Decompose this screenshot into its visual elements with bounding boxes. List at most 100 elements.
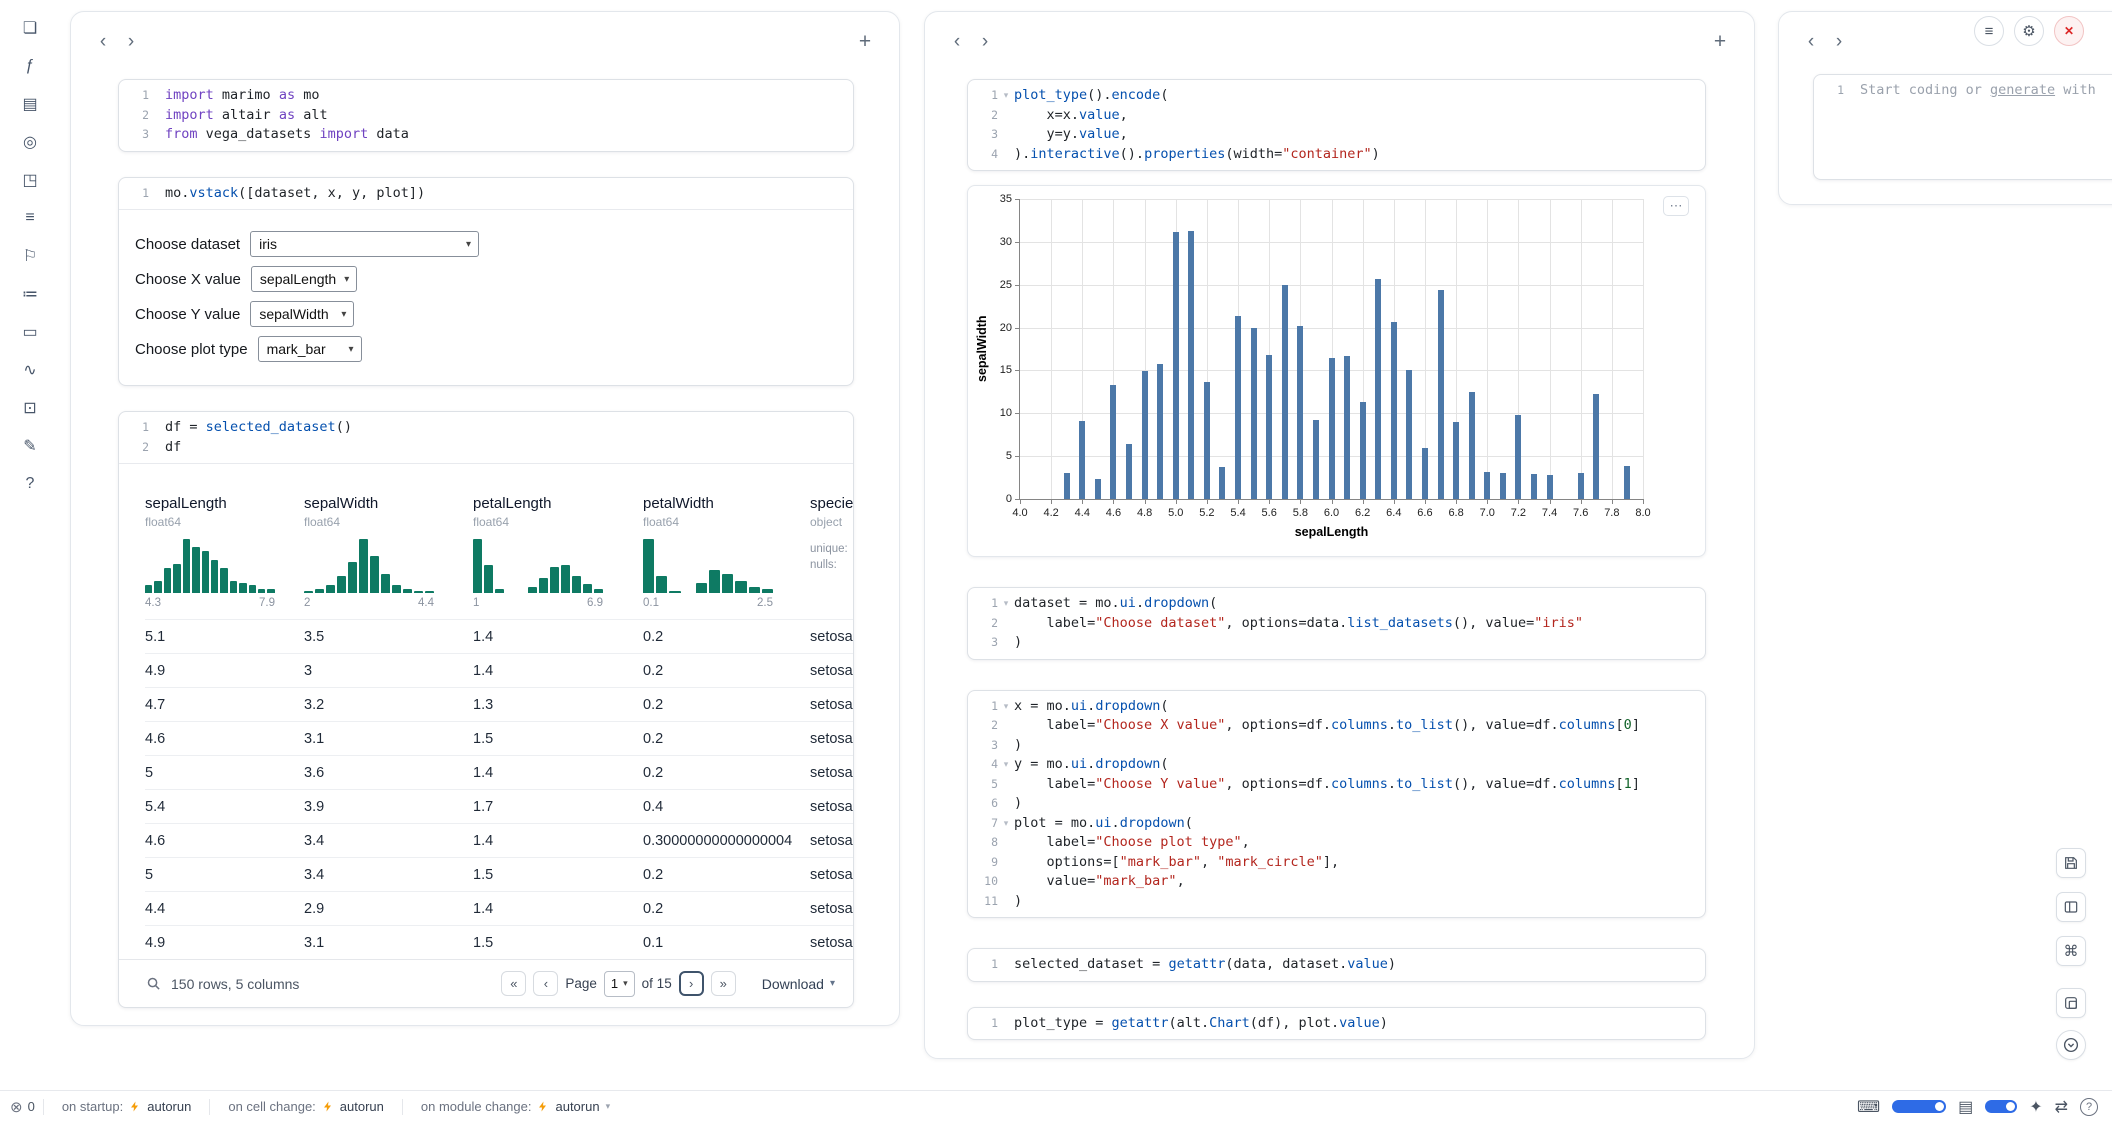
wide-toggle[interactable] xyxy=(1892,1100,1946,1113)
code-token: df = xyxy=(165,419,206,435)
code-editor[interactable]: 1df = selected_dataset()2df xyxy=(119,412,853,463)
fold-marker[interactable]: ▾ xyxy=(998,697,1014,717)
help-icon[interactable]: ? xyxy=(2080,1098,2098,1116)
code-editor[interactable]: 1selected_dataset = getattr(data, datase… xyxy=(968,949,1705,981)
menu-button[interactable]: ≡ xyxy=(1974,16,2004,46)
chart-menu-button[interactable]: ⋯ xyxy=(1663,196,1689,216)
code-editor[interactable]: 1plot_type = getattr(alt.Chart(df), plot… xyxy=(968,1008,1705,1040)
shortcuts-button[interactable]: ⌘ xyxy=(2056,936,2086,966)
help-icon[interactable]: ? xyxy=(18,472,42,496)
column-prev-button[interactable]: ‹ xyxy=(1797,27,1825,55)
last-page-button[interactable]: » xyxy=(711,971,736,996)
add-cell-button[interactable]: + xyxy=(851,27,879,55)
code-editor[interactable]: 1import marimo as mo2import altair as al… xyxy=(119,80,853,151)
column-prev-button[interactable]: ‹ xyxy=(89,27,117,55)
column-header[interactable]: petalLengthfloat6416.9 xyxy=(473,464,643,620)
code-token: (data, dataset. xyxy=(1225,956,1347,972)
table-cell: 3.4 xyxy=(304,824,473,858)
dependency-graph-icon[interactable]: ◎ xyxy=(18,130,42,154)
fold-marker[interactable]: ▾ xyxy=(998,86,1014,106)
app-frame-button[interactable] xyxy=(2056,988,2086,1018)
download-button[interactable]: Download ▾ xyxy=(762,976,835,992)
scroll-down-button[interactable] xyxy=(2056,1030,2086,1060)
chart-bar xyxy=(1313,420,1319,499)
error-indicator[interactable]: ⊗ 0 xyxy=(10,1098,35,1116)
histogram-bar xyxy=(425,591,434,593)
small-toggle[interactable] xyxy=(1985,1100,2017,1113)
code-line: 1 Start coding or generate with xyxy=(1820,81,2112,101)
column-header[interactable]: sepalLengthfloat644.37.9 xyxy=(145,464,304,620)
add-cell-button[interactable]: + xyxy=(1706,27,1734,55)
column-histogram xyxy=(473,539,603,593)
column-prev-button[interactable]: ‹ xyxy=(943,27,971,55)
tracing-icon[interactable]: ∿ xyxy=(18,358,42,382)
swap-icon[interactable]: ⇄ xyxy=(2055,1097,2068,1117)
line-number: 4 xyxy=(974,755,998,775)
on-module-change-chip[interactable]: on module change: autorun ▾ xyxy=(411,1099,620,1114)
dropdown-choose-plot-type[interactable]: mark_bar▾ xyxy=(258,336,362,362)
column-next-button[interactable]: › xyxy=(1825,27,1853,55)
code-text: y=y.value, xyxy=(1014,125,1128,145)
debug-icon[interactable]: ⚐ xyxy=(18,244,42,268)
code-editor[interactable]: 1▾plot_type().encode(2 x=x.value,3 y=y.v… xyxy=(968,80,1705,170)
cell-selected-dataset: 1selected_dataset = getattr(data, datase… xyxy=(967,948,1706,982)
code-token: ui xyxy=(1095,815,1111,831)
chart-bar xyxy=(1173,232,1179,499)
fold-marker[interactable]: ▾ xyxy=(998,594,1014,614)
code-editor[interactable]: 1▾dataset = mo.ui.dropdown(2 label="Choo… xyxy=(968,588,1705,659)
code-token: . xyxy=(1112,815,1120,831)
column-histogram xyxy=(643,539,773,593)
save-button[interactable] xyxy=(2056,848,2086,878)
fold-marker[interactable]: ▾ xyxy=(998,755,1014,775)
dropdown-choose-y-value[interactable]: sepalWidth▾ xyxy=(250,301,354,327)
datasources-icon[interactable]: ▤ xyxy=(18,92,42,116)
variables-icon[interactable]: ⊡ xyxy=(18,396,42,420)
code-token: ) xyxy=(1380,1015,1388,1031)
column-next-button[interactable]: › xyxy=(117,27,145,55)
ai-sparkle-icon[interactable]: ✦ xyxy=(2029,1097,2042,1117)
column-header[interactable]: sepalWidthfloat6424.4 xyxy=(304,464,473,620)
column-header[interactable]: petalWidthfloat640.12.5 xyxy=(643,464,810,620)
code-editor[interactable]: 1mo.vstack([dataset, x, y, plot]) xyxy=(119,178,853,210)
chart-bar xyxy=(1157,364,1163,499)
code-token: (width= xyxy=(1225,146,1282,162)
column-next-button[interactable]: › xyxy=(971,27,999,55)
settings-button[interactable]: ⚙ xyxy=(2014,16,2044,46)
first-page-button[interactable]: « xyxy=(501,971,526,996)
toc-icon[interactable]: ≡ xyxy=(18,206,42,230)
code-editor[interactable]: 1 Start coding or generate with xyxy=(1814,75,2112,179)
grid-view-button[interactable] xyxy=(2056,892,2086,922)
panel-rows-icon[interactable]: ▤ xyxy=(1958,1097,1973,1117)
next-page-button[interactable]: › xyxy=(679,971,704,996)
dropdown-choose-dataset[interactable]: iris▾ xyxy=(250,231,479,257)
shutdown-button[interactable]: ✕ xyxy=(2054,16,2084,46)
page-select[interactable]: 1 ▾ xyxy=(604,971,635,997)
packages-icon[interactable]: ◳ xyxy=(18,168,42,192)
generate-link[interactable]: generate xyxy=(1990,82,2055,98)
table-cell: 3.4 xyxy=(304,858,473,892)
documentation-icon[interactable]: ▭ xyxy=(18,320,42,344)
editor-placeholder[interactable]: Start coding or generate with xyxy=(1860,81,2096,101)
functions-icon[interactable]: ƒ xyxy=(18,54,42,78)
file-tree-icon[interactable]: ❏ xyxy=(18,16,42,40)
column-header[interactable]: speciesobjectunique:nulls: xyxy=(810,464,853,620)
line-number: 1 xyxy=(974,697,998,717)
on-startup-chip[interactable]: on startup: autorun xyxy=(52,1099,202,1114)
snippets-icon[interactable]: ✎ xyxy=(18,434,42,458)
prev-page-button[interactable]: ‹ xyxy=(533,971,558,996)
on-cell-change-chip[interactable]: on cell change: autorun xyxy=(218,1099,394,1114)
control-label: Choose dataset xyxy=(135,236,240,253)
x-tick-label: 8.0 xyxy=(1628,507,1658,519)
keyboard-shortcuts-icon[interactable]: ⌨ xyxy=(1857,1097,1880,1117)
code-token: properties xyxy=(1144,146,1225,162)
logs-icon[interactable]: ≔ xyxy=(18,282,42,306)
column-dtype: float64 xyxy=(643,514,804,531)
control-row: Choose dataset iris▾ xyxy=(135,231,837,257)
chip-value: autorun xyxy=(555,1099,599,1114)
dropdown-choose-x-value[interactable]: sepalLength▾ xyxy=(251,266,357,292)
code-line: 3 y=y.value, xyxy=(974,125,1695,145)
fold-marker[interactable]: ▾ xyxy=(998,814,1014,834)
code-editor[interactable]: 1▾x = mo.ui.dropdown(2 label="Choose X v… xyxy=(968,691,1705,918)
column-histogram xyxy=(304,539,434,593)
search-icon[interactable] xyxy=(141,972,165,996)
